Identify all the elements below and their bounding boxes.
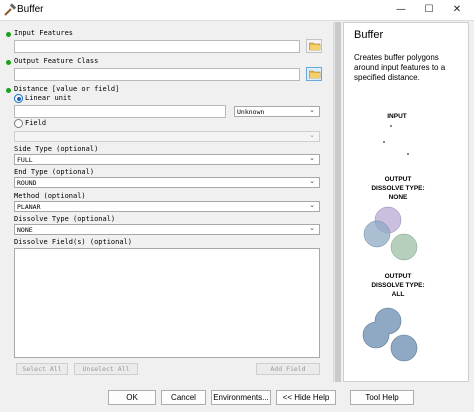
scrollbar-thumb[interactable] bbox=[335, 22, 341, 382]
dissolve-type-label: Dissolve Type (optional) bbox=[14, 215, 116, 223]
folder-icon bbox=[309, 42, 321, 51]
unselect-all-button[interactable]: Unselect All bbox=[74, 363, 138, 375]
help-title: Buffer bbox=[354, 29, 384, 41]
chevron-down-icon: ⌄ bbox=[309, 131, 315, 139]
hide-help-button[interactable]: << Hide Help bbox=[276, 390, 336, 405]
environments-button[interactable]: Environments... bbox=[211, 390, 271, 405]
input-features-field[interactable] bbox=[14, 40, 300, 53]
tool-help-button[interactable]: Tool Help bbox=[350, 390, 414, 405]
input-caption: INPUT bbox=[387, 113, 407, 120]
dialog-footer: OK Cancel Environments... << Hide Help T… bbox=[0, 386, 474, 412]
window-title: Buffer bbox=[17, 4, 44, 15]
chevron-down-icon: ⌄ bbox=[309, 177, 315, 185]
dissolve-none-illustration bbox=[363, 206, 418, 261]
title-bar: Buffer — ☐ ✕ bbox=[0, 0, 474, 20]
input-point bbox=[390, 125, 392, 127]
dissolve-fields-list[interactable] bbox=[14, 248, 320, 358]
chevron-down-icon: ⌄ bbox=[309, 106, 315, 114]
end-type-label: End Type (optional) bbox=[14, 168, 95, 176]
end-type-value: ROUND bbox=[17, 179, 37, 187]
chevron-down-icon: ⌄ bbox=[309, 154, 315, 162]
dissolve-all-illustration bbox=[362, 307, 418, 362]
close-button[interactable]: ✕ bbox=[442, 0, 472, 20]
output-feature-class-field[interactable] bbox=[14, 68, 300, 81]
end-type-select[interactable]: ROUND ⌄ bbox=[14, 177, 320, 188]
input-features-label: Input Features bbox=[14, 29, 74, 37]
required-indicator-icon bbox=[6, 32, 11, 37]
buffer-circle bbox=[390, 233, 418, 261]
buffer-circle bbox=[363, 220, 391, 248]
chevron-down-icon: ⌄ bbox=[309, 201, 315, 209]
input-point bbox=[407, 153, 409, 155]
required-indicator-icon bbox=[6, 88, 11, 93]
parameters-scrollbar[interactable] bbox=[333, 22, 341, 382]
add-field-button[interactable]: Add Field bbox=[256, 363, 320, 375]
output-feature-class-label: Output Feature Class bbox=[14, 57, 99, 65]
dissolve-type-value: NONE bbox=[17, 226, 33, 234]
method-select[interactable]: PLANAR ⌄ bbox=[14, 201, 320, 212]
help-description: Creates buffer polygons around input fea… bbox=[354, 53, 446, 82]
chevron-down-icon: ⌄ bbox=[309, 224, 315, 232]
method-value: PLANAR bbox=[17, 203, 41, 211]
minimize-button[interactable]: — bbox=[386, 0, 416, 20]
distance-label: Distance [value or field] bbox=[14, 85, 120, 93]
help-panel: Buffer Creates buffer polygons around in… bbox=[343, 22, 469, 382]
hammer-icon bbox=[4, 3, 17, 16]
output-all-caption: OUTPUT DISSOLVE TYPE: ALL bbox=[371, 273, 425, 298]
folder-icon bbox=[309, 70, 321, 79]
linear-distance-field[interactable] bbox=[14, 105, 226, 118]
linear-unit-value: Unknown bbox=[237, 108, 265, 116]
field-radio[interactable] bbox=[14, 119, 23, 128]
ok-button[interactable]: OK bbox=[108, 390, 156, 405]
output-none-caption: OUTPUT DISSOLVE TYPE: NONE bbox=[371, 176, 425, 201]
side-type-value: FULL bbox=[17, 156, 33, 164]
input-point bbox=[383, 141, 385, 143]
linear-unit-radio[interactable] bbox=[14, 94, 23, 103]
dissolve-fields-label: Dissolve Field(s) (optional) bbox=[14, 238, 133, 246]
linear-unit-select[interactable]: Unknown ⌄ bbox=[234, 106, 320, 117]
method-label: Method (optional) bbox=[14, 192, 86, 200]
field-label: Field bbox=[25, 119, 47, 127]
input-points-illustration bbox=[383, 125, 409, 155]
parameters-panel: Input Features Output Feature Class Dist… bbox=[4, 22, 332, 382]
side-type-select[interactable]: FULL ⌄ bbox=[14, 154, 320, 165]
browse-output-button[interactable] bbox=[306, 67, 322, 81]
select-all-button[interactable]: Select All bbox=[16, 363, 68, 375]
cancel-button[interactable]: Cancel bbox=[161, 390, 206, 405]
maximize-button[interactable]: ☐ bbox=[414, 0, 444, 20]
dissolve-type-select[interactable]: NONE ⌄ bbox=[14, 224, 320, 235]
side-type-label: Side Type (optional) bbox=[14, 145, 99, 153]
browse-input-button[interactable] bbox=[306, 39, 322, 53]
distance-field-select[interactable]: ⌄ bbox=[14, 131, 320, 142]
required-indicator-icon bbox=[6, 60, 11, 65]
linear-unit-label: Linear unit bbox=[25, 94, 72, 102]
